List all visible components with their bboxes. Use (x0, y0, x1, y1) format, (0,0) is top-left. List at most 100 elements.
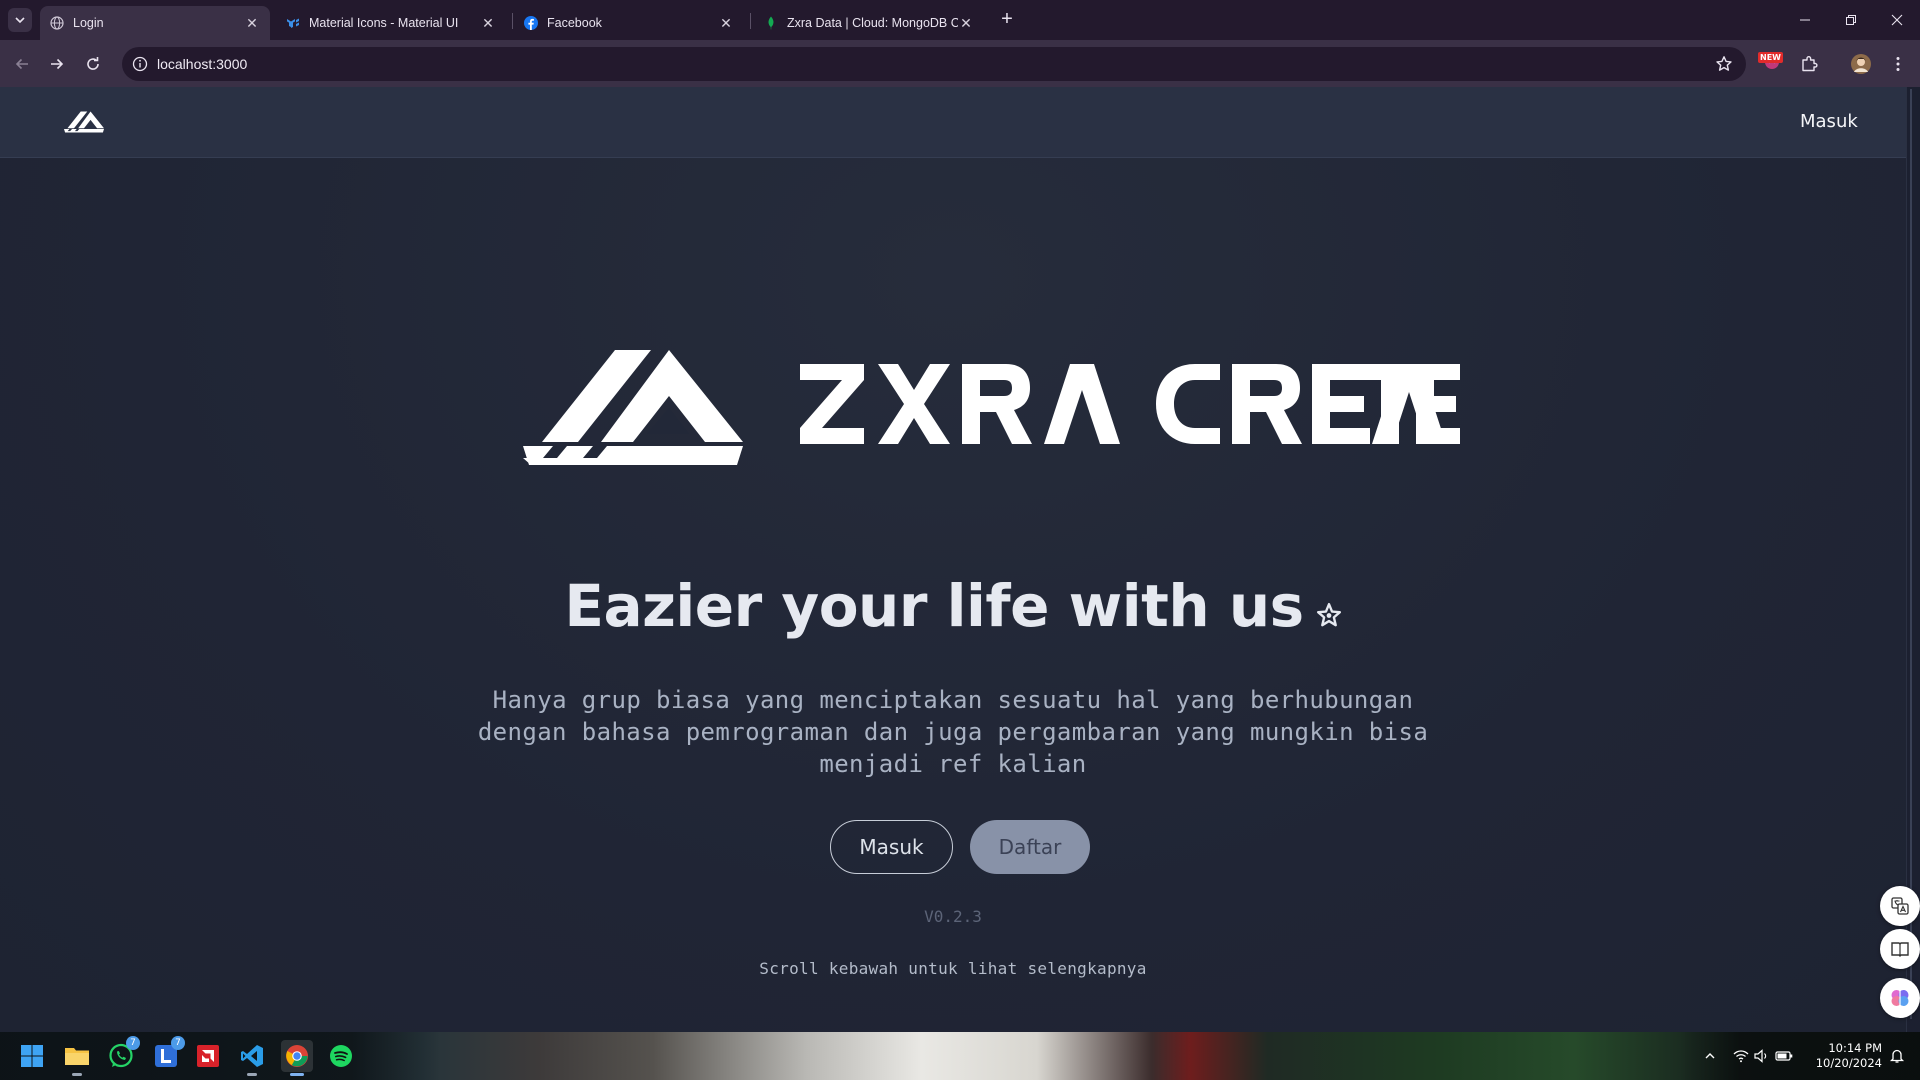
wifi-status[interactable] (1732, 1047, 1750, 1065)
new-badge: NEW (1758, 52, 1783, 63)
mongodb-leaf-icon (764, 16, 778, 30)
version-label: V0.2.3 (924, 907, 982, 926)
notification-badge: 7 (126, 1036, 140, 1050)
chrome-icon (286, 1045, 308, 1067)
running-indicator (72, 1073, 82, 1076)
hero-tagline: Eazier your life with us (0, 572, 1906, 640)
scrollbar-thumb[interactable] (1910, 89, 1918, 1019)
more-vertical-icon (1896, 57, 1900, 71)
register-button[interactable]: Daftar (970, 820, 1090, 874)
brain-ai-icon (1891, 990, 1909, 1006)
close-window-button[interactable] (1874, 0, 1920, 40)
vscode-button[interactable] (236, 1040, 268, 1076)
folder-icon (65, 1048, 89, 1065)
browser-tab-strip: Login ✕ Material Icons - Material UI ✕ F… (0, 0, 1920, 40)
running-indicator (247, 1073, 257, 1076)
spotify-icon (330, 1045, 352, 1067)
vscode-icon (241, 1045, 263, 1067)
bookmark-star-icon[interactable] (1714, 54, 1734, 74)
restore-button[interactable] (1828, 0, 1874, 40)
volume-status[interactable] (1753, 1047, 1771, 1065)
tab-search-button[interactable] (8, 8, 32, 32)
mui-icon (286, 16, 300, 30)
tab-material-icons[interactable]: Material Icons - Material UI ✕ (276, 6, 506, 40)
profile-button[interactable] (1849, 52, 1873, 76)
clock-date: 10/20/2024 (1815, 1056, 1882, 1070)
amd-software-button[interactable] (192, 1040, 224, 1072)
translate-icon (1891, 897, 1909, 915)
book-open-icon (1891, 942, 1909, 957)
battery-status[interactable] (1775, 1047, 1793, 1065)
lync-app-button[interactable]: 7 (150, 1036, 185, 1072)
restore-icon (1846, 15, 1856, 25)
extensions-button[interactable] (1797, 52, 1821, 76)
whatsapp-button[interactable]: 7 (105, 1036, 140, 1072)
login-button[interactable]: Masuk (830, 820, 953, 874)
browser-menu-button[interactable] (1886, 52, 1910, 76)
new-tab-button[interactable]: + (996, 9, 1018, 31)
chevron-down-icon (15, 17, 25, 24)
wordmark-te-letters (1370, 364, 1460, 444)
arrow-right-icon (51, 58, 64, 70)
close-icon[interactable]: ✕ (244, 15, 260, 31)
screen: Login ✕ Material Icons - Material UI ✕ F… (0, 0, 1920, 1080)
tab-separator (512, 13, 513, 29)
minimize-icon (1800, 19, 1810, 21)
file-explorer-button[interactable] (61, 1040, 93, 1076)
address-bar[interactable]: localhost:3000 (122, 47, 1746, 81)
web-page: Masuk Eazier your life with us Hanya gru… (0, 87, 1906, 1032)
minimize-button[interactable] (1782, 0, 1828, 40)
show-hidden-icons-button[interactable] (1701, 1047, 1719, 1065)
url-text[interactable]: localhost:3000 (157, 56, 247, 72)
tab-title: Facebook (547, 16, 602, 30)
zxra-logo-icon[interactable] (64, 111, 104, 133)
tab-login[interactable]: Login ✕ (40, 6, 270, 40)
notification-center-button[interactable] (1888, 1047, 1906, 1065)
clock-time: 10:14 PM (1828, 1041, 1882, 1055)
tab-title: Zxra Data | Cloud: MongoDB Cl (787, 16, 958, 30)
tab-title: Login (73, 16, 104, 30)
reload-icon (87, 57, 99, 70)
globe-icon (50, 16, 64, 30)
sparkle-star-icon (1316, 602, 1341, 627)
nav-login-link[interactable]: Masuk (1800, 111, 1858, 132)
tab-facebook[interactable]: Facebook ✕ (514, 6, 744, 40)
spotify-button[interactable] (325, 1040, 357, 1072)
start-button[interactable] (16, 1040, 48, 1072)
tab-mongodb[interactable]: Zxra Data | Cloud: MongoDB Cl ✕ (754, 6, 984, 40)
site-navbar: Masuk (0, 87, 1906, 158)
arrow-left-icon (15, 58, 28, 70)
puzzle-piece-icon (1802, 56, 1818, 72)
active-indicator (290, 1073, 304, 1076)
back-button[interactable] (8, 50, 36, 78)
browser-toolbar: localhost:3000 (0, 40, 1920, 87)
scroll-hint: Scroll kebawah untuk lihat selengkapnya (759, 959, 1147, 978)
bell-notification-icon (1889, 1049, 1905, 1063)
taskbar-clock[interactable]: 10:14 PM 10/20/2024 (1802, 1041, 1882, 1071)
battery-icon (1775, 1051, 1793, 1061)
zxra-logo-icon (523, 350, 743, 465)
reader-mode-button[interactable] (1880, 929, 1920, 969)
tab-separator (750, 13, 751, 29)
tab-title: Material Icons - Material UI (309, 16, 459, 30)
ai-assistant-button[interactable] (1880, 978, 1920, 1018)
speaker-icon (1754, 1049, 1767, 1063)
wifi-icon (1733, 1050, 1749, 1063)
close-icon (1891, 14, 1903, 26)
facebook-icon (524, 16, 538, 30)
forward-button[interactable] (43, 50, 71, 78)
translate-button[interactable] (1880, 886, 1920, 926)
avatar (1851, 54, 1871, 74)
amd-icon (197, 1045, 219, 1067)
notification-badge: 7 (171, 1036, 185, 1050)
windows-taskbar: 7 7 10:14 PM 10/20/2024 (0, 1032, 1920, 1080)
site-info-icon[interactable] (130, 54, 150, 74)
chrome-button[interactable] (281, 1040, 313, 1076)
hero-description: Hanya grup biasa yang menciptakan sesuat… (477, 686, 1429, 778)
close-icon[interactable]: ✕ (958, 15, 974, 31)
tagline-text: Eazier your life with us (564, 572, 1304, 640)
reload-button[interactable] (79, 50, 107, 78)
windows-logo-icon (21, 1045, 43, 1067)
close-icon[interactable]: ✕ (480, 15, 496, 31)
close-icon[interactable]: ✕ (718, 15, 734, 31)
